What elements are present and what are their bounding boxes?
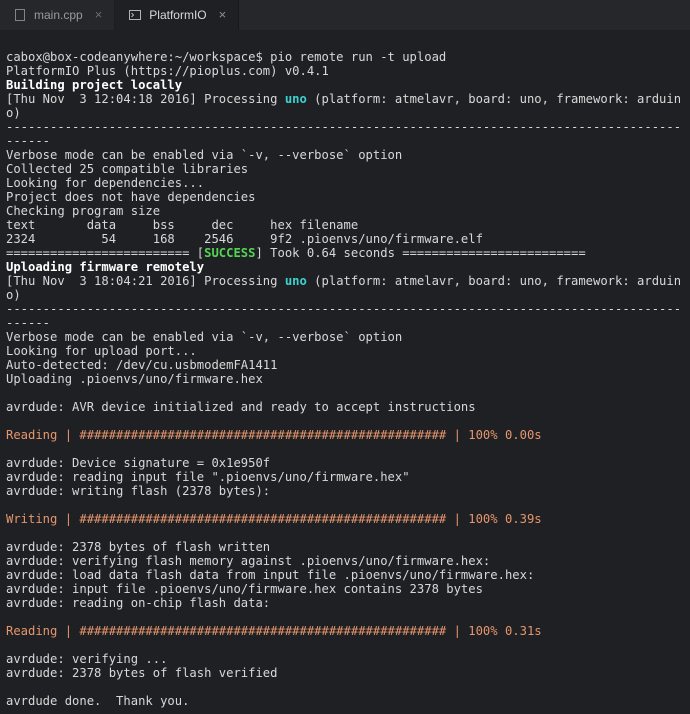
terminal-line: avrdude: verifying flash memory against … bbox=[6, 554, 490, 568]
terminal-line: [Thu Nov 3 12:04:18 2016] Processing uno… bbox=[6, 92, 681, 120]
terminal-line: avrdude: verifying ... bbox=[6, 652, 167, 666]
terminal-line: avrdude: Device signature = 0x1e950f bbox=[6, 456, 270, 470]
terminal-line: Looking for dependencies... bbox=[6, 176, 204, 190]
terminal-line: avrdude: reading on-chip flash data: bbox=[6, 596, 270, 610]
terminal-line: Uploading .pioenvs/uno/firmware.hex bbox=[6, 372, 263, 386]
terminal-line: PlatformIO Plus (https://pioplus.com) v0… bbox=[6, 64, 329, 78]
terminal-line: Verbose mode can be enabled via `-v, --v… bbox=[6, 330, 402, 344]
terminal-line: [Thu Nov 3 18:04:21 2016] Processing uno… bbox=[6, 274, 681, 302]
tab-platformio[interactable]: PlatformIO × bbox=[115, 0, 239, 30]
terminal-line: 2324 54 168 2546 9f2 .pioenvs/uno/firmwa… bbox=[6, 232, 483, 246]
terminal-line: ========================= [SUCCESS] Took… bbox=[6, 246, 586, 260]
terminal-line: avrdude done. Thank you. bbox=[6, 694, 189, 708]
terminal-output: cabox@box-codeanywhere:~/workspace$ pio … bbox=[0, 30, 690, 714]
board-name: uno bbox=[285, 92, 307, 106]
terminal-line: Project does not have dependencies bbox=[6, 190, 255, 204]
terminal-line: avrdude: load data flash data from input… bbox=[6, 568, 534, 582]
divider: ----------------------------------------… bbox=[6, 302, 681, 330]
board-name: uno bbox=[285, 274, 307, 288]
terminal-line: cabox@box-codeanywhere:~/workspace$ pio … bbox=[6, 50, 446, 64]
tab-bar: main.cpp × PlatformIO × bbox=[0, 0, 690, 30]
terminal-line: Looking for upload port... bbox=[6, 344, 197, 358]
progress-read: Reading | ##############################… bbox=[6, 428, 542, 442]
terminal-line: avrdude: 2378 bytes of flash verified bbox=[6, 666, 278, 680]
terminal-icon bbox=[129, 9, 141, 21]
terminal-line: Verbose mode can be enabled via `-v, --v… bbox=[6, 148, 402, 162]
status-success: SUCCESS bbox=[204, 246, 255, 260]
cpp-file-icon bbox=[14, 9, 26, 21]
terminal-line: avrdude: reading input file ".pioenvs/un… bbox=[6, 470, 410, 484]
terminal-line: avrdude: writing flash (2378 bytes): bbox=[6, 484, 270, 498]
close-icon[interactable]: × bbox=[91, 8, 107, 22]
divider: ----------------------------------------… bbox=[6, 120, 681, 148]
terminal-line: Checking program size bbox=[6, 204, 160, 218]
terminal-line: text data bss dec hex filename bbox=[6, 218, 358, 232]
section-header: Building project locally bbox=[6, 78, 182, 92]
terminal-line: avrdude: 2378 bytes of flash written bbox=[6, 540, 270, 554]
tab-label: main.cpp bbox=[34, 8, 83, 22]
close-icon[interactable]: × bbox=[215, 8, 231, 22]
tab-label: PlatformIO bbox=[149, 8, 206, 22]
section-header: Uploading firmware remotely bbox=[6, 260, 204, 274]
terminal-line: avrdude: input file .pioenvs/uno/firmwar… bbox=[6, 582, 483, 596]
terminal-line: avrdude: AVR device initialized and read… bbox=[6, 400, 476, 414]
progress-write: Writing | ##############################… bbox=[6, 512, 542, 526]
progress-read: Reading | ##############################… bbox=[6, 624, 542, 638]
terminal-line: Auto-detected: /dev/cu.usbmodemFA1411 bbox=[6, 358, 278, 372]
tab-main-cpp[interactable]: main.cpp × bbox=[0, 0, 115, 30]
terminal-line: Collected 25 compatible libraries bbox=[6, 162, 248, 176]
